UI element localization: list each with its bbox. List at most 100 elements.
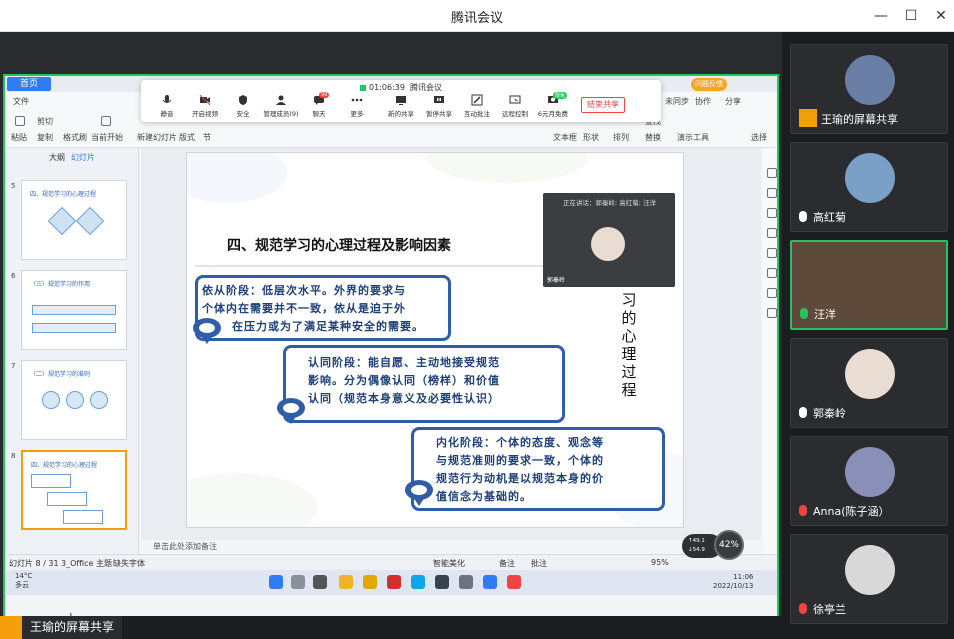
ribbon-shapes[interactable]: 形状 [583, 132, 599, 143]
ribbon-unsynced[interactable]: 未同步 [665, 96, 689, 107]
meeting-app-name: 腾讯会议 [410, 83, 443, 92]
ribbon-replace[interactable]: 替换 [645, 132, 661, 143]
participant-list: 王瑜的屏幕共享 高红菊 汪洋 郭秦岭 Anna(陈子涵） 徐亭兰 [782, 32, 954, 639]
side-tool-icon[interactable] [767, 288, 777, 298]
mute-button[interactable]: 静音 [147, 94, 187, 120]
tencent-meeting-icon[interactable] [483, 575, 497, 589]
side-tool-icon[interactable] [767, 308, 777, 318]
start-video-button[interactable]: 开启视频 [185, 94, 225, 120]
pause-share-button[interactable]: 暂停共享 [419, 94, 459, 120]
side-tool-icon[interactable] [767, 268, 777, 278]
participant-tile[interactable]: Anna(陈子涵） [790, 436, 948, 526]
minimize-button[interactable]: — [870, 6, 892, 26]
ribbon-copy[interactable]: 复制 [37, 132, 53, 143]
ribbon-file[interactable]: 文件 [13, 96, 29, 107]
manage-members-button[interactable]: 管理成员(9) [261, 94, 301, 120]
ribbon-cut[interactable]: 剪切 [37, 116, 53, 127]
ribbon-paste[interactable]: 粘贴 [11, 132, 27, 143]
ribbon-section[interactable]: 节 [203, 132, 211, 143]
screen-share-icon [799, 109, 817, 127]
slide-thumbnail[interactable]: （二）规范学习的准则 [21, 360, 127, 440]
ribbon-format-painter[interactable]: 格式刷 [63, 132, 87, 143]
windows-taskbar: 14°C 多云 11:06 2022/10/13 [5, 570, 777, 595]
feedback-button[interactable]: 问题反馈 [691, 78, 727, 91]
participant-tile[interactable]: 徐亭兰 [790, 534, 948, 624]
thumbnail-number: 6 [11, 272, 16, 280]
maximize-button[interactable]: ☐ [900, 6, 922, 26]
remote-control-icon [509, 95, 521, 104]
side-tool-icon[interactable] [767, 228, 777, 238]
annotate-button[interactable]: 互动批注 [457, 94, 497, 120]
search-icon[interactable] [291, 575, 305, 589]
missing-font-button[interactable]: 缺失字体 [113, 558, 145, 569]
remote-control-button[interactable]: 远程控制 [495, 94, 535, 120]
ribbon-select[interactable]: 选择 [751, 132, 767, 143]
stage-bubble-identification: 认同阶段：能自愿、主动地接受规范 影响。分为偶像认同（榜样）和价值 认同（规范本… [283, 345, 565, 423]
participant-tile[interactable]: 高红菊 [790, 142, 948, 232]
window-title: 腾讯会议 [450, 11, 503, 26]
ribbon-share[interactable]: 分享 [725, 96, 741, 107]
wps-icon[interactable] [507, 575, 521, 589]
speaker-avatar [591, 227, 625, 261]
side-tool-icon[interactable] [767, 188, 777, 198]
ribbon-new-slide[interactable]: 新建幻灯片 [137, 132, 177, 143]
ribbon-present-tools[interactable]: 演示工具 [677, 132, 709, 143]
task-view-icon[interactable] [313, 575, 327, 589]
zoom-level[interactable]: 95% [651, 558, 669, 567]
location-pin-icon [277, 398, 305, 424]
new-share-button[interactable]: 新的共享 [381, 94, 421, 120]
participant-tile-speaking[interactable]: 汪洋 [790, 240, 948, 330]
system-clock[interactable]: 11:06 2022/10/13 [713, 573, 753, 591]
edge-icon[interactable] [411, 575, 425, 589]
slide-thumbnail-selected[interactable]: 四、规范学习的心理过程 [21, 450, 127, 530]
participant-tile[interactable]: 王瑜的屏幕共享 [790, 44, 948, 134]
members-icon [276, 95, 286, 105]
cpu-usage-bubble[interactable]: 42% [714, 530, 744, 560]
side-tool-icon[interactable] [767, 248, 777, 258]
end-share-button[interactable]: 结束共享 [581, 97, 625, 113]
app-icon[interactable] [459, 575, 473, 589]
wps-home-tab[interactable]: 首页 [7, 77, 51, 91]
smart-beautify-button[interactable]: 智能美化 [433, 558, 465, 569]
slide-thumbnail[interactable]: （三）规范学习的作用 [21, 270, 127, 350]
chrome-icon[interactable] [339, 575, 353, 589]
side-tool-icon[interactable] [767, 168, 777, 178]
speaker-popup[interactable]: 正在讲话：郭秦岭; 高红菊; 汪洋 郭秦岭 [543, 193, 675, 287]
location-pin-icon [193, 318, 221, 344]
slide-title: 四、规范学习的心理过程及影响因素 [227, 238, 451, 254]
ribbon-textbox[interactable]: 文本框 [553, 132, 577, 143]
app-icon[interactable] [387, 575, 401, 589]
thumbnail-number: 5 [11, 182, 16, 190]
ribbon-collab[interactable]: 协作 [695, 96, 711, 107]
microphone-icon [800, 308, 808, 319]
speaker-name: 郭秦岭 [547, 277, 566, 284]
more-button[interactable]: 更多 [337, 94, 377, 120]
participant-tile[interactable]: 郭秦岭 [790, 338, 948, 428]
slide-thumbnail[interactable]: 四、规范学习的心理过程 [21, 180, 127, 260]
security-button[interactable]: 安全 [223, 94, 263, 120]
slides-tab[interactable]: 幻灯片 [71, 152, 95, 163]
notes-field[interactable]: 单击此处添加备注 [141, 540, 761, 554]
store-icon[interactable] [435, 575, 449, 589]
comments-toggle[interactable]: 批注 [531, 558, 547, 569]
stage-bubble-compliance: 依从阶段：低层次水平。外界的要求与 个体内在需要并不一致，依从是迫于外 在压力或… [195, 275, 451, 341]
microphone-muted-icon [799, 505, 807, 516]
play-icon [101, 116, 111, 126]
ribbon-play-current[interactable]: 当前开始 [91, 132, 123, 143]
folder-icon[interactable] [363, 575, 377, 589]
windows-start-icon[interactable] [269, 575, 283, 589]
outline-tab[interactable]: 大纲 [49, 152, 65, 163]
thumbnail-number: 7 [11, 362, 16, 370]
notes-toggle[interactable]: 备注 [499, 558, 515, 569]
ribbon-layout[interactable]: 版式 [179, 132, 195, 143]
close-button[interactable]: ✕ [930, 6, 952, 26]
weather-widget[interactable]: 14°C 多云 [15, 572, 32, 590]
bottom-bar: 王瑜的屏幕共享 [0, 616, 782, 639]
wps-status-bar: 幻灯片 8 / 31 3_Office 主题 缺失字体 智能美化 备注 批注 9… [5, 554, 777, 570]
microphone-icon [799, 407, 807, 418]
ribbon-arrange[interactable]: 排列 [613, 132, 629, 143]
chat-button[interactable]: 聊天 [299, 94, 339, 120]
side-tool-icon[interactable] [767, 208, 777, 218]
thumbnail-number: 8 [11, 452, 16, 460]
paste-icon [15, 116, 25, 126]
